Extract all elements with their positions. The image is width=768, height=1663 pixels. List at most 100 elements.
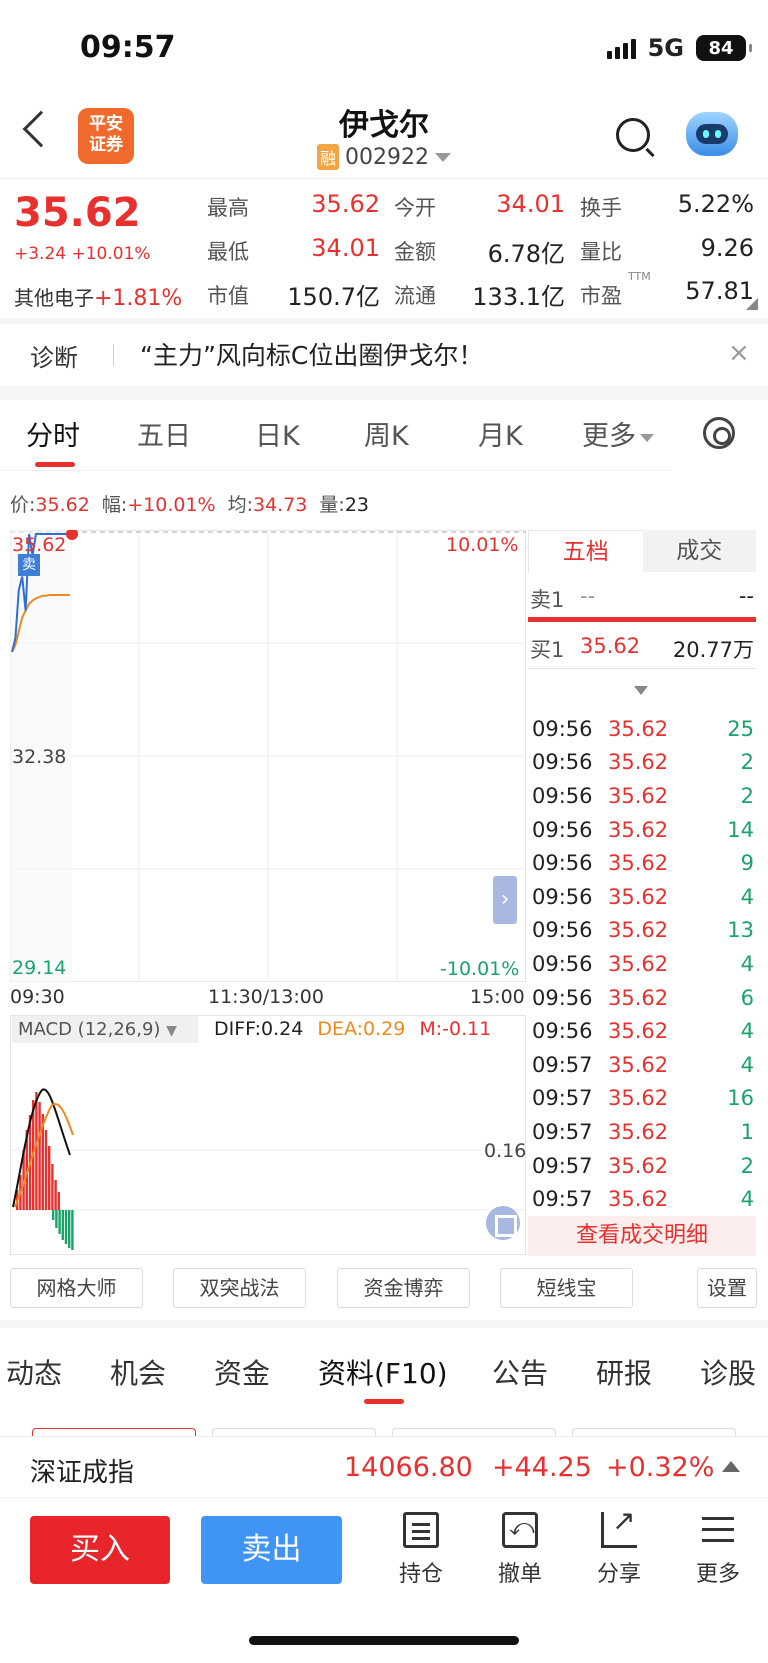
trade-row: 09:56 35.62 4 — [532, 880, 754, 914]
tab-intraday[interactable]: 分时 — [26, 414, 80, 453]
grid-master-button[interactable]: 网格大师 — [10, 1268, 143, 1308]
close-icon[interactable]: × — [728, 338, 750, 368]
holdings-button[interactable]: 持仓 — [386, 1512, 456, 1588]
trade-price: 35.62 — [608, 951, 669, 976]
tab-five-levels[interactable]: 五档 — [528, 530, 643, 572]
tab-f10[interactable]: 资料(F10) — [318, 1352, 448, 1392]
sell-button[interactable]: 卖出 — [201, 1516, 342, 1584]
turnover-value: 5.22% — [677, 190, 754, 218]
macd-bar — [52, 1210, 55, 1220]
trade-row: 09:57 35.62 4 — [532, 1048, 754, 1082]
intraday-chart-svg — [10, 530, 526, 982]
open-label: 今开 — [394, 196, 436, 220]
trade-vol: 4 — [740, 884, 754, 909]
pe-ttm-sup: TTM — [628, 270, 651, 283]
tab-news[interactable]: 动态 — [6, 1352, 62, 1392]
divider — [0, 178, 768, 179]
tab-daily-k[interactable]: 日K — [255, 414, 300, 453]
trade-vol: 2 — [740, 1153, 754, 1178]
trade-time: 09:56 — [532, 783, 593, 808]
trade-row: 09:57 35.62 16 — [532, 1082, 754, 1116]
macd-diff: DIFF:0.24 — [214, 1018, 304, 1040]
expand-quote-icon[interactable] — [746, 298, 758, 310]
trade-row: 09:57 35.62 4 — [532, 1182, 754, 1216]
trade-vol: 16 — [727, 1086, 754, 1111]
trade-time: 09:56 — [532, 1019, 593, 1044]
expand-levels-icon[interactable] — [634, 686, 648, 695]
trade-price: 35.62 — [608, 1019, 669, 1044]
robot-assistant-icon[interactable] — [686, 112, 738, 156]
sector-info[interactable]: 其他电子+1.81% — [14, 282, 182, 311]
macd-bar — [57, 1192, 60, 1210]
buy1-row: 买1 35.62 20.77万 — [530, 634, 754, 664]
diagnosis-text[interactable]: “主力”风向标C位出圈伊戈尔！ — [140, 336, 483, 372]
trade-list[interactable]: 09:56 35.62 25 09:56 35.62 2 09:56 35.62 2 09:56 3… — [532, 712, 754, 1216]
x-axis-mid: 11:30/13:00 — [208, 986, 324, 1008]
trade-price: 35.62 — [608, 884, 669, 909]
trade-time: 09:56 — [532, 985, 593, 1010]
search-icon[interactable] — [616, 118, 650, 152]
trade-price: 35.62 — [608, 1052, 669, 1077]
share-button[interactable]: 分享 — [584, 1504, 654, 1588]
tab-announcements[interactable]: 公告 — [492, 1352, 548, 1392]
macd-bar — [64, 1210, 68, 1244]
tab-trades[interactable]: 成交 — [642, 530, 756, 572]
active-tab-indicator — [35, 462, 75, 467]
trade-time: 09:56 — [532, 817, 593, 842]
diagnosis-label[interactable]: 诊断 — [30, 338, 78, 373]
collapse-panel-icon[interactable]: › — [493, 876, 517, 924]
trade-vol: 13 — [727, 918, 754, 943]
trade-price: 35.62 — [608, 716, 669, 741]
fullscreen-icon[interactable] — [486, 1206, 520, 1240]
orderbook-tabs: 五档 成交 — [528, 530, 756, 572]
trade-row: 09:56 35.62 13 — [532, 914, 754, 948]
sector-change: +1.81% — [94, 286, 183, 311]
undo-icon — [502, 1512, 538, 1548]
buy-button[interactable]: 买入 — [30, 1516, 170, 1584]
sell1-row: 卖1 -- -- — [530, 584, 754, 614]
tab-research[interactable]: 研报 — [596, 1352, 652, 1392]
trade-vol: 9 — [740, 851, 754, 876]
pct-axis-bottom: -10.01% — [440, 958, 520, 980]
chart-info-row: 价:35.62 幅:+10.01% 均:34.73 量:23 — [10, 490, 369, 517]
amount-label: 金额 — [394, 240, 436, 264]
battery-icon: 84 — [696, 35, 752, 61]
tab-five-day[interactable]: 五日 — [137, 414, 191, 453]
trade-row: 09:56 35.62 25 — [532, 712, 754, 746]
divider — [528, 668, 756, 669]
macd-indicator-select[interactable]: MACD (12,26,9) ▼ — [12, 1016, 198, 1043]
trade-vol: 2 — [740, 783, 754, 808]
trade-row: 09:57 35.62 1 — [532, 1115, 754, 1149]
sell1-price: -- — [580, 584, 596, 608]
mcap-value: 150.7亿 — [287, 283, 380, 311]
price-change: +3.24 +10.01% — [14, 244, 151, 264]
tab-capital[interactable]: 资金 — [214, 1352, 270, 1392]
view-trade-detail-button[interactable]: 查看成交明细 — [528, 1216, 756, 1256]
stock-code-switcher[interactable]: 融 002922 — [0, 144, 768, 170]
short-term-button[interactable]: 短线宝 — [500, 1268, 633, 1308]
gear-icon[interactable] — [703, 417, 735, 449]
expand-up-icon[interactable] — [722, 1461, 740, 1472]
macd-bar — [44, 1130, 48, 1210]
mcap-label: 市值 — [207, 284, 249, 308]
capital-game-button[interactable]: 资金博弈 — [337, 1268, 470, 1308]
low-label: 最低 — [207, 240, 249, 264]
settings-button[interactable]: 设置 — [697, 1268, 757, 1308]
holdings-label: 持仓 — [398, 1562, 443, 1587]
tab-more[interactable]: 更多 — [582, 414, 654, 453]
trade-time: 09:56 — [532, 750, 593, 775]
tab-monthly-k[interactable]: 月K — [478, 414, 523, 453]
pct-axis-top: 10.01% — [446, 534, 519, 556]
amount-value: 6.78亿 — [487, 240, 565, 268]
tab-opportunity[interactable]: 机会 — [110, 1352, 166, 1392]
more-button[interactable]: 更多 — [683, 1512, 753, 1588]
range-label: 幅: — [101, 494, 128, 516]
double-break-button[interactable]: 双突战法 — [173, 1268, 306, 1308]
float-value: 133.1亿 — [472, 283, 565, 311]
tab-weekly-k[interactable]: 周K — [364, 414, 409, 453]
cancel-order-button[interactable]: 撤单 — [485, 1512, 555, 1588]
trade-row: 09:56 35.62 4 — [532, 1014, 754, 1048]
trade-vol: 6 — [740, 985, 754, 1010]
tab-diagnose[interactable]: 诊股 — [700, 1352, 756, 1392]
trade-vol: 4 — [740, 1019, 754, 1044]
